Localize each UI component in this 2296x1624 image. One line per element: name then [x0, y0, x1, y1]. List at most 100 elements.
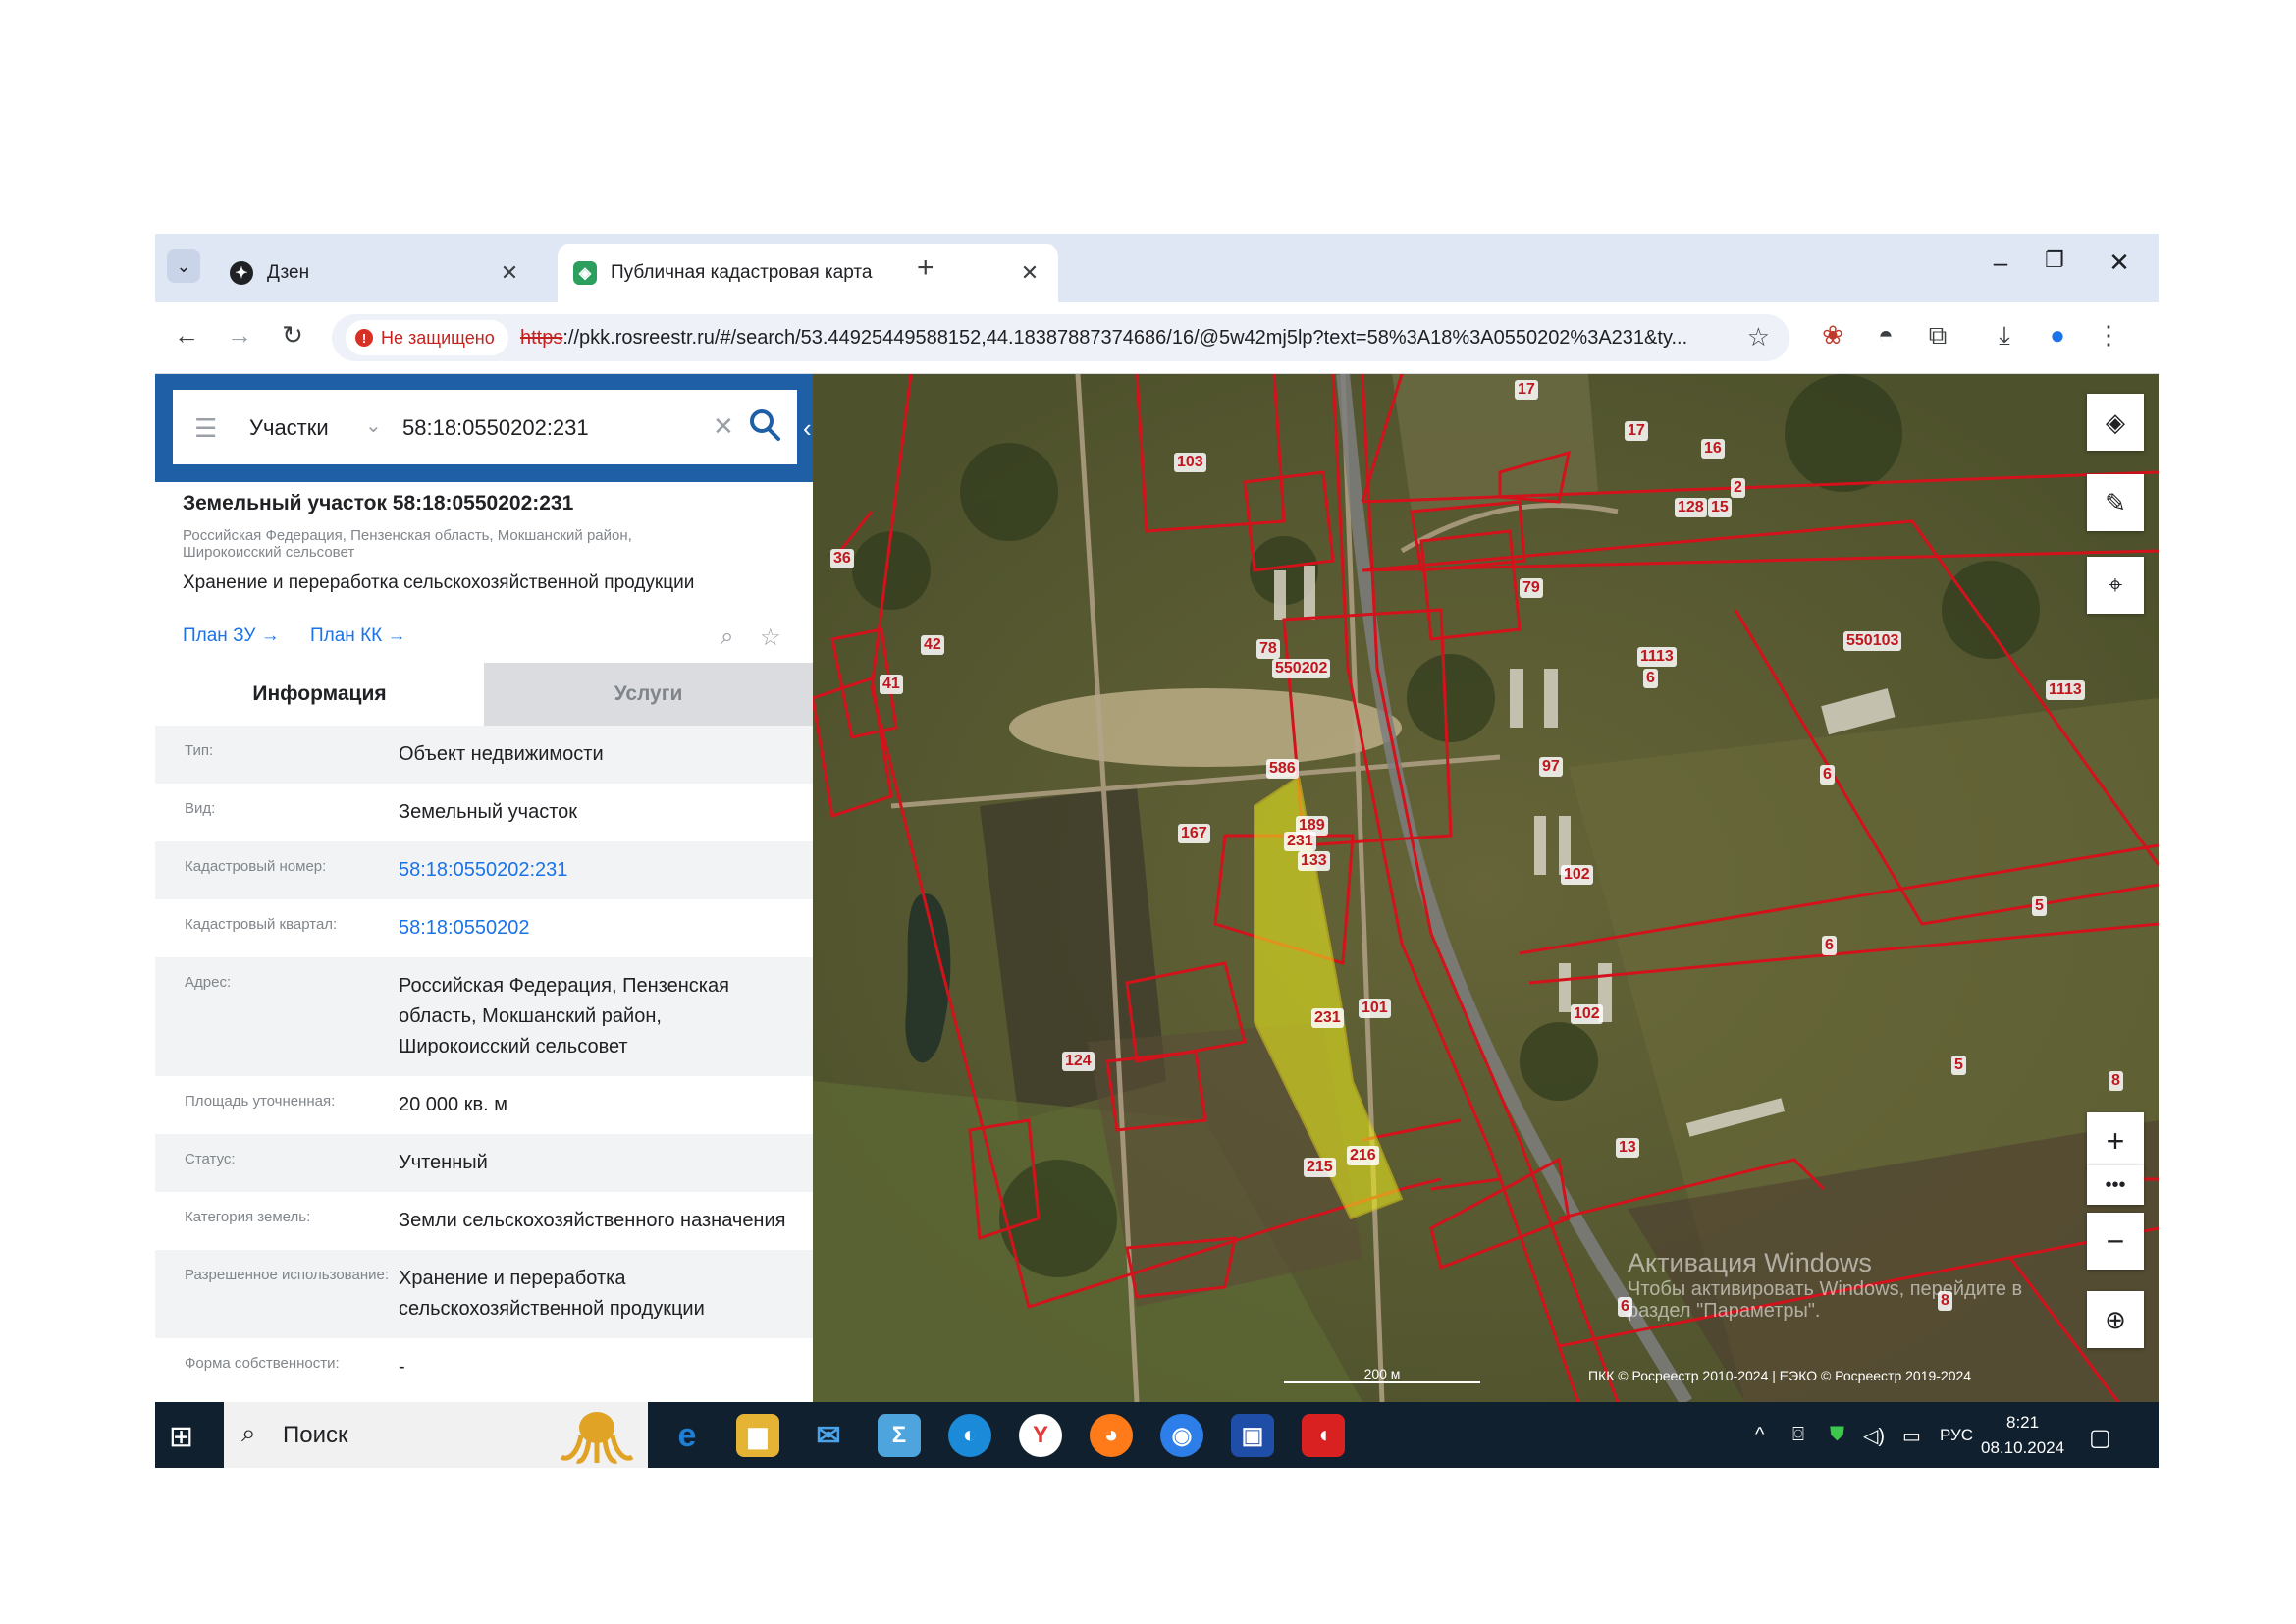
language-indicator[interactable]: РУС [1940, 1426, 1973, 1445]
parcel-label[interactable]: 101 [1359, 999, 1391, 1018]
parcel-label[interactable]: 124 [1062, 1052, 1095, 1071]
profile-icon[interactable]: ● [2040, 320, 2075, 351]
parcel-label[interactable]: 16 [1701, 439, 1725, 459]
minimize-icon[interactable]: – [1981, 247, 2020, 278]
parcel-label[interactable]: 8 [2109, 1071, 2123, 1091]
tab-search-button[interactable]: ⌄ [167, 249, 200, 283]
parcel-label[interactable]: 79 [1520, 578, 1543, 598]
close-tab-icon[interactable]: ✕ [495, 260, 524, 286]
plan-zu-link[interactable]: План ЗУ → [183, 625, 280, 646]
internet-explorer-icon[interactable]: e [666, 1414, 709, 1457]
search-input[interactable] [402, 415, 697, 441]
attribute-value-link[interactable]: 58:18:0550202:231 [399, 855, 791, 886]
parcel-label[interactable]: 103 [1174, 453, 1206, 472]
tab-pkk[interactable]: ◈ Публичная кадастровая карта ✕ [558, 244, 1058, 302]
parcel-label[interactable]: 586 [1266, 759, 1299, 779]
parcel-label[interactable]: 36 [830, 549, 854, 568]
close-window-icon[interactable]: ✕ [2100, 247, 2139, 278]
parcel-label[interactable]: 215 [1304, 1158, 1336, 1177]
file-explorer-icon[interactable]: ▆ [736, 1414, 779, 1457]
yandex-browser-icon[interactable]: Y [1019, 1414, 1062, 1457]
edge-icon[interactable]: ◐ [948, 1414, 991, 1457]
parcel-label[interactable]: 231 [1311, 1008, 1344, 1028]
cadastral-map[interactable]: 17 17 16 2 128 15 103 36 79 78 550202 11… [813, 374, 2159, 1402]
tab-info[interactable]: Информация [155, 663, 484, 726]
extension-2-icon[interactable]: ◓ [1868, 320, 1903, 351]
windows-start-icon[interactable]: ⊞ [169, 1420, 193, 1454]
parcel-label[interactable]: 1113 [1637, 647, 1677, 667]
parcel-label[interactable]: 41 [880, 675, 903, 694]
parcel-label[interactable]: 128 [1675, 498, 1707, 517]
parcel-label[interactable]: 13 [1616, 1138, 1639, 1158]
parcel-label[interactable]: 102 [1571, 1004, 1603, 1024]
back-icon[interactable]: ← [169, 320, 204, 351]
red-app-icon[interactable]: ◖ [1302, 1414, 1345, 1457]
extension-icon[interactable]: ❀ [1815, 320, 1850, 351]
taskbar-search[interactable]: ⌕ Поиск [224, 1402, 648, 1468]
restore-icon[interactable]: ❐ [2035, 247, 2074, 273]
parcel-label[interactable]: 17 [1625, 421, 1648, 441]
parcel-label[interactable]: 15 [1708, 498, 1732, 517]
chevron-down-icon[interactable]: ⌄ [365, 413, 382, 438]
volume-icon[interactable]: ◁) [1863, 1424, 1885, 1448]
url-text[interactable]: https://pkk.rosreestr.ru/#/search/53.449… [520, 327, 1728, 350]
parcel-label[interactable]: 216 [1347, 1146, 1379, 1165]
tab-dzen[interactable]: ✦ Дзен ✕ [214, 244, 538, 302]
shield-icon[interactable]: ⛊ [1830, 1424, 1844, 1446]
parcel-label[interactable]: 2 [1731, 478, 1745, 498]
parcel-label[interactable]: 17 [1515, 380, 1538, 400]
save-app-icon[interactable]: ▣ [1231, 1414, 1274, 1457]
layers-button[interactable]: ◈ [2087, 394, 2144, 451]
clear-icon[interactable]: ✕ [713, 411, 734, 442]
zoom-in-button[interactable]: + [2087, 1112, 2144, 1169]
search-icon[interactable] [748, 407, 781, 443]
clock[interactable]: 8:21 08.10.2024 [1981, 1410, 2064, 1461]
sigma-app-icon[interactable]: Σ [878, 1414, 921, 1457]
parcel-label[interactable]: 6 [1643, 669, 1658, 688]
tab-services[interactable]: Услуги [484, 663, 813, 726]
collapse-panel-icon[interactable]: ‹ [803, 413, 812, 444]
bookmark-star-icon[interactable]: ☆ [1747, 322, 1770, 352]
parcel-label[interactable]: 78 [1256, 639, 1280, 659]
parcel-label[interactable]: 5 [2032, 896, 2047, 916]
forward-icon[interactable]: → [222, 320, 257, 351]
parcel-label[interactable]: 42 [921, 635, 944, 655]
locate-button[interactable]: ⌖ [2087, 557, 2144, 614]
hamburger-menu-icon[interactable]: ☰ [194, 413, 217, 444]
parcel-label[interactable]: 102 [1561, 865, 1593, 885]
parcel-label[interactable]: 231 [1284, 832, 1316, 851]
layer-select[interactable]: Участки [249, 415, 329, 441]
webcam-icon[interactable]: ⌼ [1792, 1424, 1804, 1446]
zoom-to-object-icon[interactable]: ⌕ [721, 623, 733, 651]
parcel-label[interactable]: 133 [1298, 851, 1330, 871]
close-tab-icon[interactable]: ✕ [1015, 260, 1044, 286]
network-icon[interactable]: ▭ [1902, 1424, 1921, 1448]
reload-icon[interactable]: ↻ [275, 320, 310, 351]
menu-kebab-icon[interactable]: ⋮ [2091, 320, 2126, 351]
firefox-icon[interactable]: ◕ [1090, 1414, 1133, 1457]
new-tab-icon[interactable]: + [917, 251, 934, 285]
zoom-out-button[interactable]: − [2087, 1213, 2144, 1270]
plan-kk-link[interactable]: План КК → [310, 625, 406, 646]
mail-icon[interactable]: ✉ [807, 1414, 850, 1457]
parcel-label[interactable]: 550202 [1272, 659, 1331, 678]
notifications-icon[interactable]: ▢ [2089, 1424, 2111, 1452]
download-icon[interactable]: ⤓ [1987, 320, 2022, 352]
parcel-label[interactable]: 6 [1820, 765, 1835, 785]
parcel-label[interactable]: 5 [1951, 1056, 1966, 1075]
more-zoom-button[interactable]: ••• [2087, 1165, 2144, 1205]
favorite-star-icon[interactable]: ☆ [760, 623, 781, 652]
parcel-label[interactable]: 6 [1822, 936, 1837, 955]
address-bar[interactable]: ! Не защищено https://pkk.rosreestr.ru/#… [332, 314, 1789, 361]
tray-chevron-icon[interactable]: ^ [1755, 1424, 1764, 1446]
parcel-label[interactable]: 167 [1178, 824, 1210, 843]
compass-button[interactable]: ⊕ [2087, 1291, 2144, 1348]
security-chip[interactable]: ! Не защищено [346, 320, 508, 355]
parcel-label[interactable]: 97 [1539, 757, 1563, 777]
parcel-label[interactable]: 1113 [2046, 680, 2085, 700]
attribute-value-link[interactable]: 58:18:0550202 [399, 913, 791, 944]
chrome-icon[interactable]: ◉ [1160, 1414, 1203, 1457]
extensions-puzzle-icon[interactable]: ⧉ [1920, 320, 1955, 352]
parcel-label[interactable]: 550103 [1843, 631, 1902, 651]
measure-button[interactable]: ✎ [2087, 474, 2144, 531]
